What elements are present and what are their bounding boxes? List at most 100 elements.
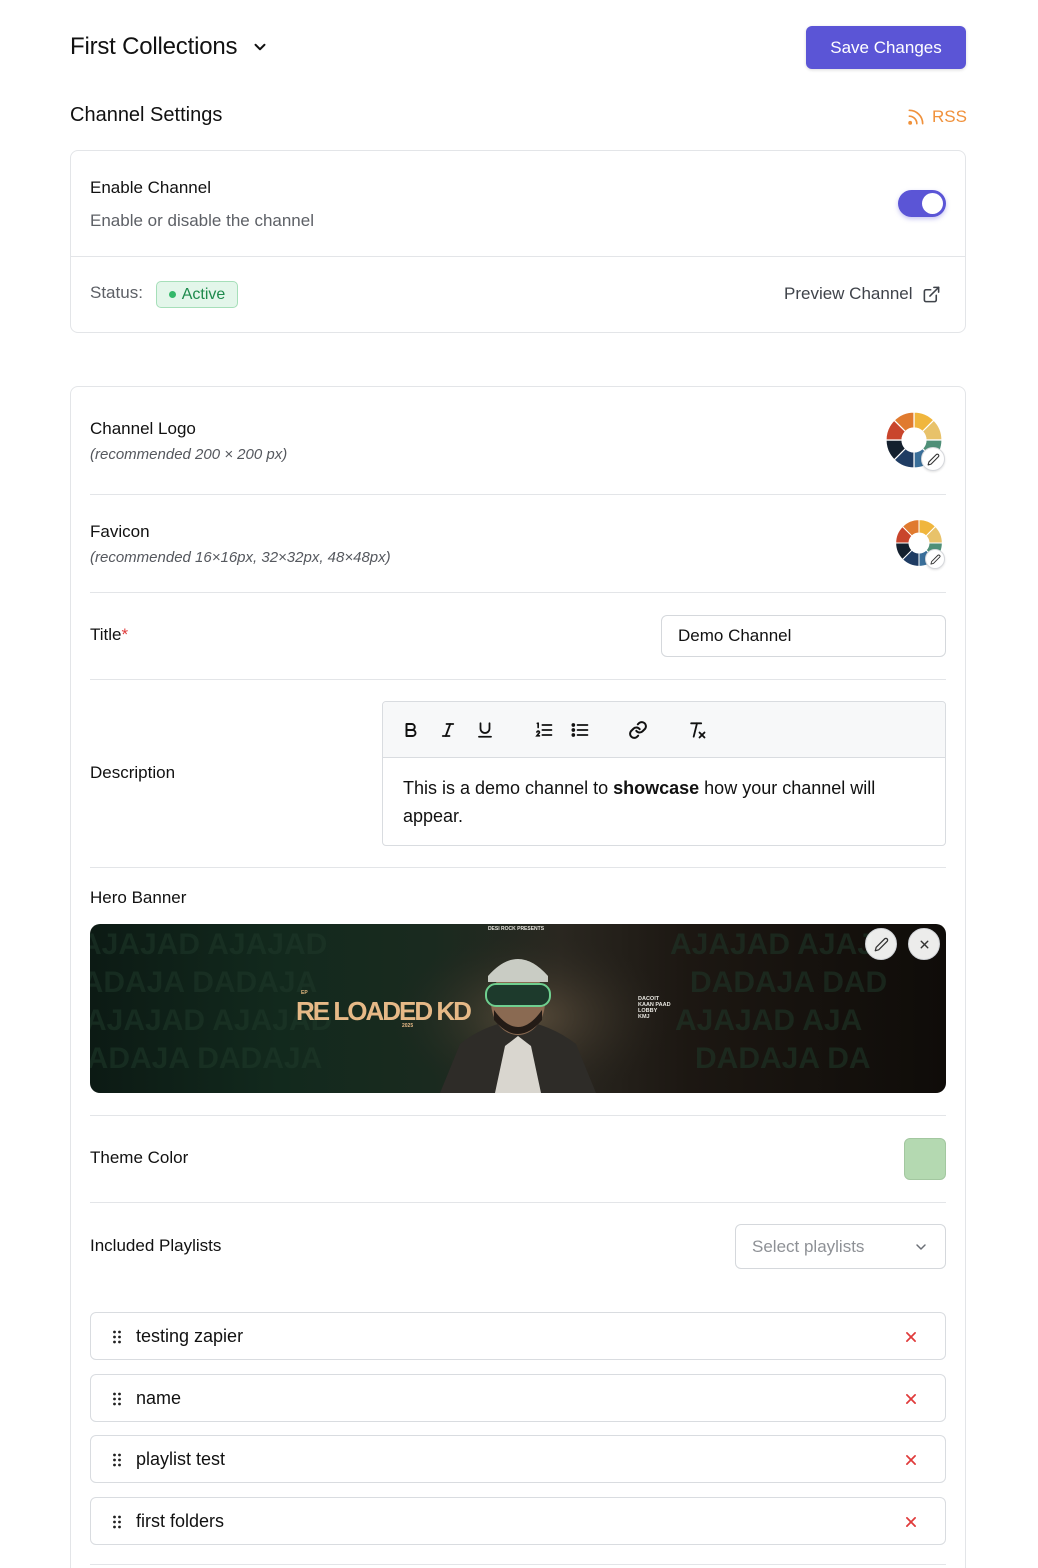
svg-text:DADAJA DA: DADAJA DA [695, 1042, 871, 1075]
divider [90, 1202, 946, 1203]
svg-text:DADAJA DAD: DADAJA DAD [690, 966, 887, 999]
playlist-name: name [136, 1388, 182, 1408]
underline-icon [478, 722, 492, 738]
channel-logo-hint: (recommended 200 × 200 px) [90, 446, 288, 463]
italic-button[interactable] [436, 718, 460, 742]
status-badge: Active [156, 281, 238, 308]
favicon-label: Favicon [90, 522, 150, 541]
playlist-item[interactable]: testing zapier [90, 1312, 946, 1360]
playlist-select-dropdown[interactable]: Select playlists [735, 1224, 946, 1269]
underline-button[interactable] [473, 718, 497, 742]
channel-logo-label: Channel Logo [90, 419, 196, 438]
rss-label: RSS [932, 107, 967, 126]
edit-favicon-button[interactable] [925, 549, 945, 569]
enable-channel-description: Enable or disable the channel [90, 211, 314, 230]
clear-format-icon [690, 722, 706, 739]
description-editor[interactable]: This is a demo channel to showcase how y… [382, 701, 946, 846]
divider [90, 679, 946, 680]
bullet-list-button[interactable] [568, 718, 592, 742]
banner-artwork: AJAJAD AJAJAD DADAJA DADAJA AJAJAD AJAJ A… [90, 924, 887, 1093]
playlist-item[interactable]: first folders [90, 1497, 946, 1545]
editor-toolbar [383, 702, 945, 758]
title-input[interactable] [661, 615, 946, 657]
toggle-knob [922, 193, 943, 214]
status-dot-icon [168, 291, 176, 298]
banner-year-text: 2025 [402, 1023, 413, 1029]
divider [90, 592, 946, 593]
description-text[interactable]: This is a demo channel to showcase how y… [403, 774, 915, 830]
playlist-select-placeholder: Select playlists [752, 1236, 865, 1256]
rss-icon [908, 109, 924, 125]
collection-selector[interactable]: First Collections [70, 30, 269, 64]
pencil-icon [929, 554, 940, 565]
playlist-name: testing zapier [136, 1326, 244, 1346]
included-playlists-label: Included Playlists [90, 1236, 222, 1255]
banner-presents-text: DESI ROCK PRESENTS [488, 926, 545, 932]
hero-banner-image: AJAJAD AJAJAD DADAJA DADAJA AJAJAD AJAJ A… [90, 924, 946, 1093]
chevron-down-icon [916, 1243, 926, 1250]
divider [71, 256, 965, 257]
title-label-text: Title [90, 625, 122, 644]
description-label: Description [90, 763, 176, 782]
playlist-name: first folders [136, 1511, 225, 1531]
external-link-icon [923, 286, 939, 302]
svg-text:AJAJAD AJAJ: AJAJAD AJAJ [670, 928, 874, 961]
chevron-down-icon [254, 43, 266, 51]
description-text-part: This is a demo channel to [403, 778, 614, 798]
favicon-hint: (recommended 16×16px, 32×32px, 48×48px) [90, 549, 391, 566]
drag-handle-icon[interactable] [112, 1329, 122, 1345]
svg-text:AJAJAD AJA: AJAJAD AJA [675, 1004, 862, 1037]
favicon-uploader[interactable] [894, 518, 946, 570]
edit-banner-button[interactable] [865, 928, 897, 960]
status-value: Active [181, 285, 226, 303]
divider [90, 1115, 946, 1116]
hero-banner-label: Hero Banner [90, 888, 187, 907]
divider [90, 494, 946, 495]
status-label: Status: [90, 283, 143, 302]
link-icon [629, 721, 647, 739]
drag-handle-icon[interactable] [112, 1514, 122, 1530]
ordered-list-button[interactable] [532, 718, 556, 742]
ordered-list-icon [535, 722, 553, 737]
save-changes-button[interactable]: Save Changes [806, 26, 966, 69]
enable-channel-toggle[interactable] [898, 190, 946, 217]
preview-channel-label: Preview Channel [784, 284, 913, 303]
x-icon [906, 1394, 916, 1404]
svg-text:DADAJA DADAJA: DADAJA DADAJA [90, 1042, 322, 1075]
edit-logo-button[interactable] [921, 447, 945, 471]
link-button[interactable] [626, 718, 650, 742]
x-icon [906, 1332, 916, 1342]
banner-track-text: KMJ [638, 1014, 650, 1020]
bold-icon [405, 723, 417, 737]
pencil-icon [927, 453, 939, 465]
divider [90, 1564, 946, 1565]
playlist-item[interactable]: name [90, 1374, 946, 1422]
x-icon [906, 1455, 916, 1465]
remove-banner-button[interactable] [908, 928, 940, 960]
preview-channel-link[interactable]: Preview Channel [784, 283, 941, 305]
required-mark: * [121, 625, 129, 644]
remove-playlist-button[interactable] [901, 1327, 921, 1347]
divider [90, 867, 946, 868]
remove-playlist-button[interactable] [901, 1450, 921, 1470]
italic-icon [441, 723, 455, 737]
svg-text:AJAJAD AJAJAD: AJAJAD AJAJAD [90, 928, 327, 961]
rss-link[interactable]: RSS [906, 106, 967, 128]
playlist-name: playlist test [136, 1449, 226, 1469]
remove-playlist-button[interactable] [901, 1512, 921, 1532]
drag-handle-icon[interactable] [112, 1452, 122, 1468]
bold-button[interactable] [399, 718, 423, 742]
theme-color-label: Theme Color [90, 1148, 189, 1167]
enable-channel-label: Enable Channel [90, 178, 211, 197]
remove-playlist-button[interactable] [901, 1389, 921, 1409]
theme-color-swatch[interactable] [904, 1138, 946, 1180]
collection-title: First Collections [70, 33, 238, 60]
clear-format-button[interactable] [685, 718, 709, 742]
pencil-icon [874, 937, 888, 951]
drag-handle-icon[interactable] [112, 1391, 122, 1407]
x-icon [906, 1517, 916, 1527]
channel-logo-uploader[interactable] [884, 410, 946, 472]
description-bold-text: showcase [613, 778, 700, 798]
playlist-item[interactable]: playlist test [90, 1435, 946, 1483]
banner-title-text: RE LOADED KD [296, 996, 471, 1026]
